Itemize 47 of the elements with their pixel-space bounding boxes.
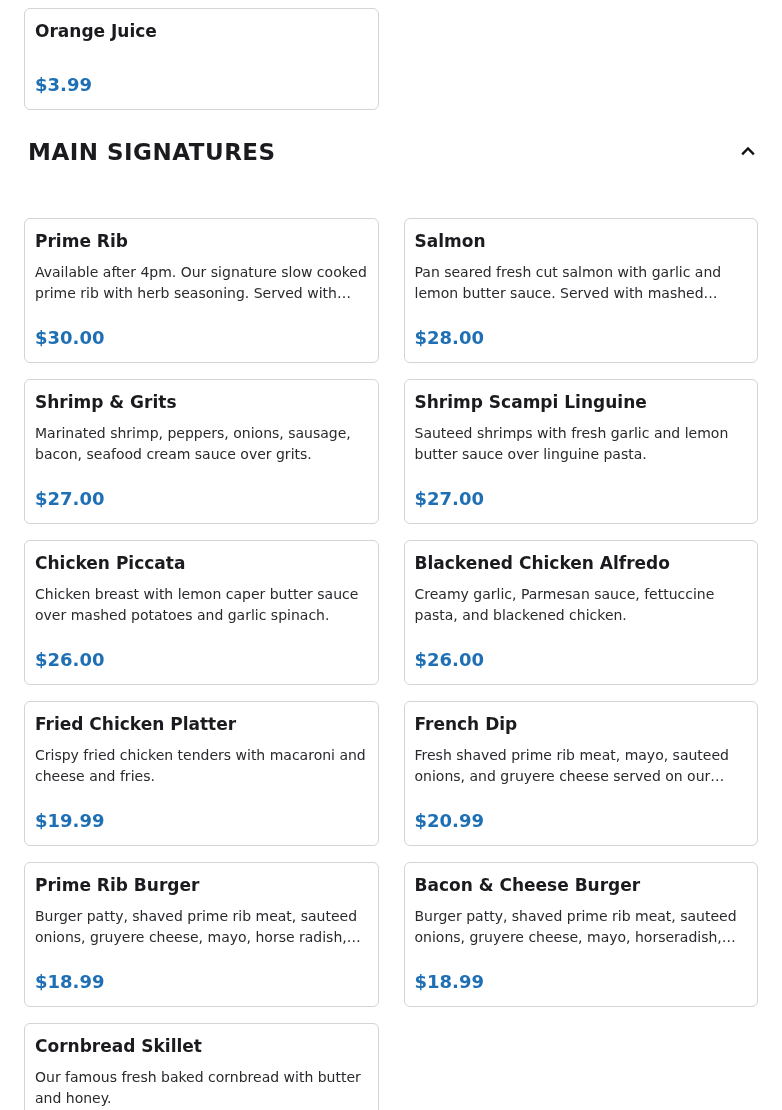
item-price: $3.99: [35, 73, 92, 97]
item-description: Fresh shaved prime rib meat, mayo, sauteed onions, and gruyere cheese served on our…: [414, 746, 730, 786]
menu-item-card[interactable]: Chicken Piccata Chicken breast with lemon caper butter sauce over mashed potatoes and garlic spinach. $26.00: [24, 540, 379, 685]
item-name: Fried Chicken Platter: [35, 713, 237, 736]
item-description: Chicken breast with lemon caper butter sauce over mashed potatoes and garlic spinach.: [35, 585, 360, 625]
menu-item-card[interactable]: French Dip Fresh shaved prime rib meat, mayo, sauteed onions, and gruyere cheese served on our… $20.99: [403, 701, 758, 846]
item-name: Shrimp & Grits: [35, 391, 177, 414]
item-price: $28.00: [414, 326, 484, 350]
item-name: Chicken Piccata: [35, 552, 186, 575]
item-price: $27.00: [414, 487, 484, 511]
item-price: $20.99: [414, 809, 484, 833]
item-description: Burger patty, shaved prime rib meat, sauteed onions, gruyere cheese, mayo, horseradish,…: [414, 907, 738, 947]
item-name: Bacon & Cheese Burger: [414, 874, 641, 897]
item-price: $26.00: [414, 648, 484, 672]
menu-item-card[interactable]: Prime Rib Burger Burger patty, shaved prime rib meat, sauteed onions, gruyere cheese, mayo, horse radish,… $18.99: [24, 862, 379, 1007]
item-price: $18.99: [414, 970, 484, 994]
item-description: Crispy fried chicken tenders with macaroni and cheese and fries.: [35, 746, 367, 786]
section-heading: MAIN SIGNATURES: [28, 137, 276, 167]
item-name: Blackened Chicken Alfredo: [414, 552, 670, 575]
menu-item-card[interactable]: Prime Rib Available after 4pm. Our signature slow cooked prime rib with herb seasoning. Served with… $30.00: [24, 218, 379, 363]
menu-item-card[interactable]: Blackened Chicken Alfredo Creamy garlic, Parmesan sauce, fettuccine pasta, and blackened chicken. $26.00: [403, 540, 758, 685]
item-name: French Dip: [414, 713, 518, 736]
menu-item-card[interactable]: Shrimp Scampi Linguine Sauteed shrimps with fresh garlic and lemon butter sauce over linguine pasta. $27.00: [403, 379, 758, 524]
menu-item-card[interactable]: Bacon & Cheese Burger Burger patty, shaved prime rib meat, sauteed onions, gruyere cheese, mayo, horseradish,… $18.99: [403, 862, 758, 1007]
item-name: Salmon: [414, 230, 486, 253]
item-price: $30.00: [35, 326, 105, 350]
item-description: Pan seared fresh cut salmon with garlic and lemon butter sauce. Served with mashed…: [414, 263, 723, 303]
menu-item-card[interactable]: Fried Chicken Platter Crispy fried chicken tenders with macaroni and cheese and fries. $19.99: [24, 701, 379, 846]
item-description: Our famous fresh baked cornbread with butter and honey.: [35, 1068, 362, 1108]
item-description: Available after 4pm. Our signature slow cooked prime rib with herb seasoning. Served with…: [35, 263, 368, 303]
item-price: $19.99: [35, 809, 105, 833]
item-price: $26.00: [35, 648, 105, 672]
item-description: Sauteed shrimps with fresh garlic and lemon butter sauce over linguine pasta.: [414, 424, 730, 464]
menu-item-card[interactable]: Salmon Pan seared fresh cut salmon with garlic and lemon butter sauce. Served with mashed… $28.00: [403, 218, 758, 363]
item-price: $18.99: [35, 970, 105, 994]
item-name: Cornbread Skillet: [35, 1035, 202, 1058]
item-description: Creamy garlic, Parmesan sauce, fettuccine pasta, and blackened chicken.: [414, 585, 716, 625]
item-description: Marinated shrimp, peppers, onions, sausage, bacon, seafood cream sauce over grits.: [35, 424, 352, 464]
menu-item-card[interactable]: Cornbread Skillet Our famous fresh baked cornbread with butter and honey.: [24, 1023, 379, 1110]
item-name: Orange Juice: [35, 20, 157, 43]
menu-item-card[interactable]: Orange Juice $3.99: [24, 8, 379, 110]
item-name: Prime Rib: [35, 230, 128, 253]
item-name: Shrimp Scampi Linguine: [414, 391, 647, 414]
item-name: Prime Rib Burger: [35, 874, 200, 897]
item-price: $27.00: [35, 487, 105, 511]
item-description: Burger patty, shaved prime rib meat, sauteed onions, gruyere cheese, mayo, horse radish,…: [35, 907, 362, 947]
menu-item-card[interactable]: Shrimp & Grits Marinated shrimp, peppers, onions, sausage, bacon, seafood cream sauce over grits. $27.00: [24, 379, 379, 524]
